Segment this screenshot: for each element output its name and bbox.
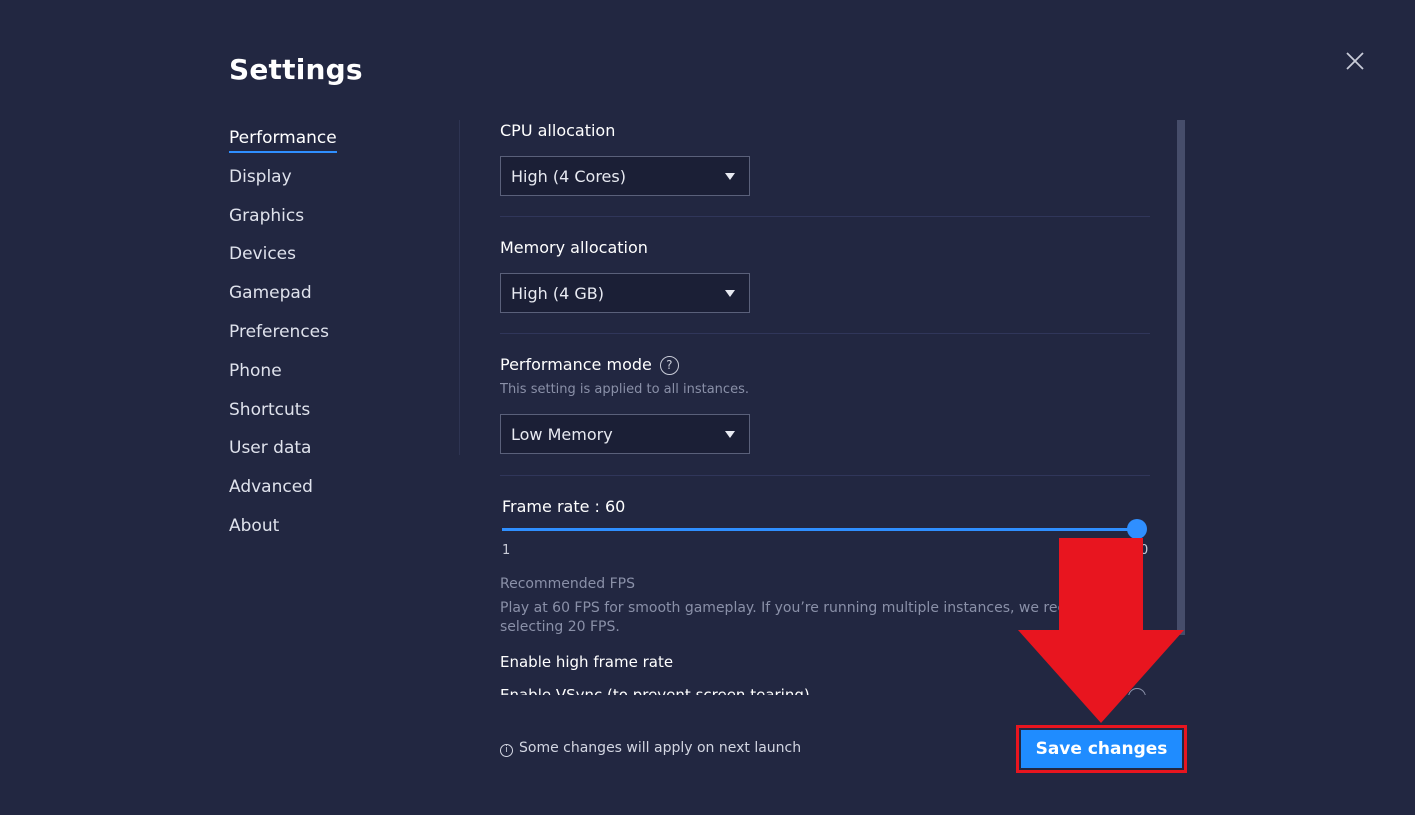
cpu-allocation-value: High (4 Cores) bbox=[511, 167, 626, 186]
cpu-allocation-select[interactable]: High (4 Cores) bbox=[500, 156, 750, 196]
frame-rate-slider-track[interactable] bbox=[502, 528, 1137, 531]
sidebar-item-label: About bbox=[229, 515, 280, 536]
sidebar-item-label: Preferences bbox=[229, 321, 329, 342]
performance-mode-value: Low Memory bbox=[511, 425, 613, 444]
frame-rate-label: Frame rate : 60 bbox=[502, 497, 626, 516]
memory-allocation-select[interactable]: High (4 GB) bbox=[500, 273, 750, 313]
memory-allocation-label: Memory allocation bbox=[500, 238, 648, 257]
slider-min-label: 1 bbox=[502, 543, 511, 558]
settings-sidebar: Performance Display Graphics Devices Gam… bbox=[229, 127, 429, 554]
chevron-down-icon bbox=[725, 290, 735, 297]
sidebar-item-label: Devices bbox=[229, 244, 296, 265]
sidebar-item-devices[interactable]: Devices bbox=[229, 243, 429, 282]
restart-notice: i Some changes will apply on next launch bbox=[500, 740, 801, 757]
sidebar-item-label: Phone bbox=[229, 360, 282, 381]
recommended-fps-line2: selecting 20 FPS. bbox=[500, 619, 620, 635]
sidebar-item-label: Shortcuts bbox=[229, 399, 311, 420]
section-divider bbox=[500, 216, 1150, 217]
sidebar-item-user-data[interactable]: User data bbox=[229, 437, 429, 476]
sidebar-item-label: Gamepad bbox=[229, 283, 312, 304]
help-icon[interactable]: ? bbox=[659, 356, 679, 375]
performance-mode-text: Performance mode bbox=[500, 355, 652, 374]
sidebar-item-preferences[interactable]: Preferences bbox=[229, 321, 429, 360]
recommended-fps-title: Recommended FPS bbox=[500, 576, 635, 592]
sidebar-item-shortcuts[interactable]: Shortcuts bbox=[229, 399, 429, 438]
close-button[interactable] bbox=[1343, 49, 1367, 73]
page-title: Settings bbox=[229, 53, 363, 86]
save-changes-button[interactable]: Save changes bbox=[1021, 730, 1182, 768]
restart-notice-text: Some changes will apply on next launch bbox=[519, 740, 802, 756]
sidebar-item-about[interactable]: About bbox=[229, 515, 429, 554]
recommended-fps-line1: Play at 60 FPS for smooth gameplay. If y… bbox=[500, 600, 1074, 616]
sidebar-divider bbox=[459, 120, 460, 455]
sidebar-item-performance[interactable]: Performance bbox=[229, 127, 429, 166]
info-icon: i bbox=[500, 744, 513, 757]
vsync-label: Enable VSync (to prevent screen tearing) bbox=[500, 686, 810, 695]
memory-allocation-value: High (4 GB) bbox=[511, 284, 604, 303]
sidebar-item-graphics[interactable]: Graphics bbox=[229, 205, 429, 244]
sidebar-item-display[interactable]: Display bbox=[229, 166, 429, 205]
high-frame-rate-label: Enable high frame rate bbox=[500, 653, 674, 671]
sidebar-item-phone[interactable]: Phone bbox=[229, 360, 429, 399]
sidebar-item-gamepad[interactable]: Gamepad bbox=[229, 282, 429, 321]
performance-mode-label: Performance mode? bbox=[500, 355, 679, 375]
performance-mode-hint: This setting is applied to all instances… bbox=[500, 382, 749, 397]
cpu-allocation-label: CPU allocation bbox=[500, 121, 616, 140]
section-divider bbox=[500, 475, 1150, 476]
sidebar-item-label: Advanced bbox=[229, 477, 313, 498]
sidebar-item-label: User data bbox=[229, 438, 312, 459]
arrow-down-icon bbox=[1018, 538, 1184, 723]
section-divider bbox=[500, 333, 1150, 334]
chevron-down-icon bbox=[725, 431, 735, 438]
sidebar-item-advanced[interactable]: Advanced bbox=[229, 476, 429, 515]
close-icon bbox=[1346, 52, 1364, 70]
performance-mode-select[interactable]: Low Memory bbox=[500, 414, 750, 454]
sidebar-item-label: Graphics bbox=[229, 205, 305, 226]
sidebar-item-label: Display bbox=[229, 166, 292, 187]
chevron-down-icon bbox=[725, 173, 735, 180]
sidebar-item-label: Performance bbox=[229, 127, 337, 153]
frame-rate-slider-thumb[interactable] bbox=[1127, 519, 1147, 539]
settings-window: Settings Performance Display Graphics De… bbox=[0, 0, 1415, 815]
